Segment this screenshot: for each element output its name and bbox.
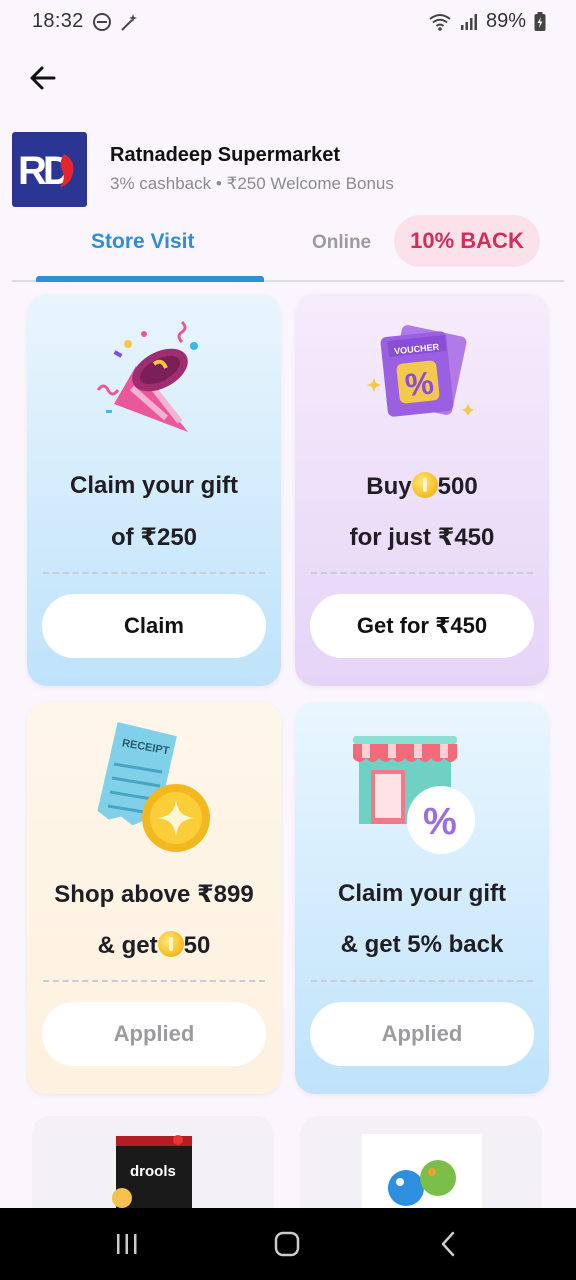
coin-icon (411, 472, 438, 498)
offer-card-gift-cashback: % Claim your gift & get 5% back Applied (295, 702, 549, 1094)
tab-bar: Store Visit Online 10% BACK (12, 214, 564, 282)
pet-toy-balls-icon (362, 1134, 482, 1208)
cashback-badge[interactable]: 10% BACK (394, 215, 540, 267)
wifi-icon (429, 13, 451, 31)
offer-subtitle: & get 50 (27, 931, 281, 960)
claim-button[interactable]: Claim (42, 594, 266, 658)
svg-text:%: % (423, 801, 457, 843)
store-logo: RD (12, 132, 87, 207)
offer-subtitle-amount: 50 (183, 932, 211, 959)
product-card[interactable] (300, 1116, 542, 1216)
offer-subtitle: for just ₹450 (349, 524, 495, 551)
status-notification-icons (92, 12, 138, 32)
applied-button[interactable]: Applied (42, 1002, 266, 1066)
offer-card-voucher: VOUCHER % Buy 500 for just ₹450 Get for ₹… (295, 294, 549, 686)
dnd-icon (93, 13, 111, 31)
receipt-coin-icon: RECEIPT (97, 722, 210, 852)
arrow-left-icon (30, 66, 56, 90)
offer-title-amount: 500 (437, 473, 478, 500)
coin-icon (157, 931, 184, 957)
offer-subtitle: of ₹250 (110, 524, 198, 551)
tab-online[interactable]: Online (312, 232, 371, 254)
store-subtitle: 3% cashback • ₹250 Welcome Bonus (110, 174, 394, 193)
offer-title: Claim your gift (69, 472, 238, 499)
offer-title: Claim your gift (337, 880, 506, 907)
svg-text:%: % (403, 364, 435, 403)
back-button[interactable] (24, 58, 64, 98)
status-time: 18:32 (32, 10, 84, 32)
system-navigation-bar (0, 1208, 576, 1280)
store-logo-mark: RD (18, 149, 75, 193)
home-icon[interactable] (272, 1229, 302, 1259)
store-header: RD Ratnadeep Supermarket 3% cashback • ₹… (12, 132, 564, 208)
get-voucher-button[interactable]: Get for ₹450 (310, 594, 534, 658)
nav-back-icon[interactable] (434, 1229, 464, 1259)
status-right: 89% (428, 10, 546, 33)
tab-active-indicator (36, 276, 264, 282)
offer-subtitle: & get 5% back (340, 931, 504, 958)
offer-card-shop-above: RECEIPT Shop above ₹899 & get 50 Applied (27, 702, 281, 1094)
tab-store-visit[interactable]: Store Visit (91, 230, 194, 254)
offer-title: Shop above ₹899 (54, 881, 254, 908)
store-name: Ratnadeep Supermarket (110, 144, 341, 166)
dashed-divider (43, 980, 265, 982)
applied-button[interactable]: Applied (310, 1002, 534, 1066)
dashed-divider (311, 980, 533, 982)
battery-percent: 89% (485, 10, 526, 32)
voucher-icon: VOUCHER % (367, 325, 474, 417)
party-popper-icon (96, 320, 198, 432)
battery-charging-icon (534, 11, 546, 31)
offer-title-prefix: Buy (366, 473, 412, 500)
signal-icon (460, 13, 477, 30)
offer-subtitle-prefix: & get (97, 932, 158, 959)
dashed-divider (311, 572, 533, 574)
recent-apps-icon[interactable] (112, 1229, 142, 1259)
svg-text:drools: drools (130, 1163, 176, 1180)
dog-food-pack-icon: drools (112, 1135, 192, 1208)
offer-card-welcome-gift: Claim your gift of ₹250 Claim (27, 294, 281, 686)
store-percent-icon: % (353, 736, 475, 854)
dashed-divider (43, 572, 265, 574)
product-card[interactable]: drools (32, 1116, 274, 1216)
offer-title: Buy 500 (295, 472, 549, 501)
status-bar: 18:32 89% (0, 0, 576, 44)
magic-wand-icon (121, 14, 137, 31)
